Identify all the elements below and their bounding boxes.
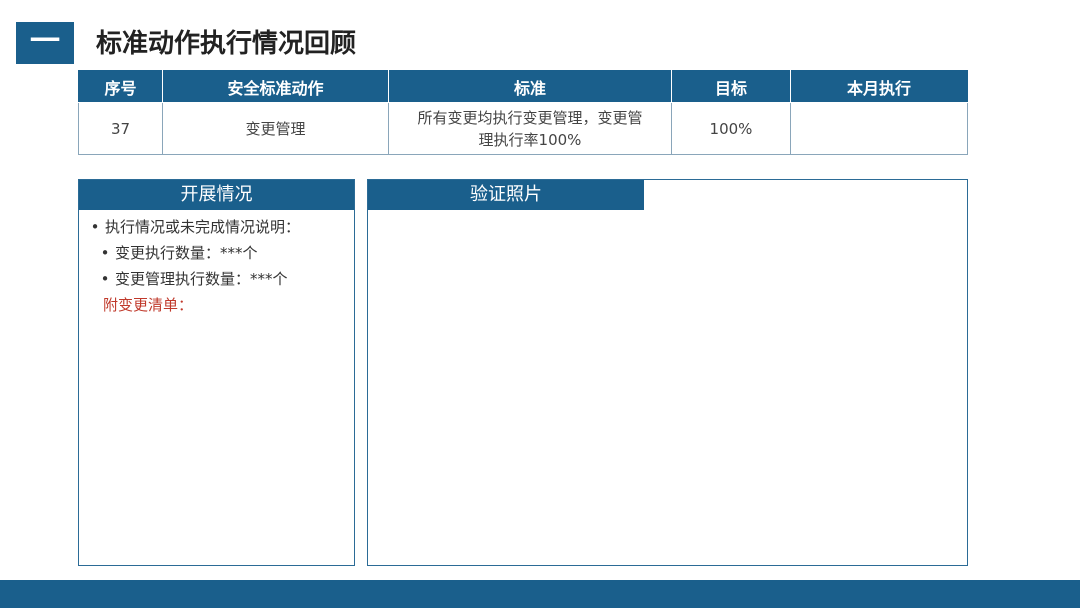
progress-bullet-list: • 执行情况或未完成情况说明： • 变更执行数量：***个 • 变更管理执行数量…	[79, 210, 354, 318]
column-header-action: 安全标准动作	[162, 70, 389, 103]
attachment-note: 附变更清单：	[103, 296, 194, 314]
table-header-row: 序号 安全标准动作 标准 目标 本月执行	[78, 70, 968, 103]
column-header-executed: 本月执行	[790, 70, 968, 103]
cell-action: 变更管理	[162, 102, 389, 155]
footer-bar	[0, 580, 1080, 608]
bullet-dot-icon: •	[100, 244, 110, 262]
progress-item-text: 执行情况或未完成情况说明：	[105, 218, 301, 236]
photo-panel: 验证照片	[367, 179, 968, 566]
cell-executed[interactable]	[790, 102, 968, 155]
progress-panel: 开展情况 • 执行情况或未完成情况说明： • 变更执行数量：***个 • 变更管…	[78, 179, 355, 566]
cell-no: 37	[78, 102, 163, 155]
cell-standard-line2: 理执行率100%	[478, 130, 582, 149]
bullet-dot-icon: •	[90, 218, 100, 236]
cell-standard-line1: 所有变更均执行变更管理，变更管	[417, 108, 643, 127]
table-row: 37 变更管理 所有变更均执行变更管理，变更管 理执行率100% 100%	[78, 102, 968, 155]
list-item: • 变更管理执行数量：***个	[79, 266, 354, 292]
photo-area[interactable]	[368, 210, 967, 565]
column-header-standard: 标准	[388, 70, 672, 103]
progress-panel-title: 开展情况	[79, 180, 354, 210]
page-title: 标准动作执行情况回顾	[96, 29, 357, 59]
standard-actions-table: 序号 安全标准动作 标准 目标 本月执行 37 变更管理 所有变更均执行变更管理…	[78, 70, 968, 155]
section-number-badge: 一	[16, 22, 74, 64]
progress-item-text: 变更执行数量：***个	[115, 244, 258, 262]
progress-item-text: 变更管理执行数量：***个	[115, 270, 288, 288]
list-item: • 变更执行数量：***个	[79, 240, 354, 266]
cell-standard: 所有变更均执行变更管理，变更管 理执行率100%	[388, 102, 672, 155]
bullet-dot-icon: •	[100, 270, 110, 288]
list-item: • 执行情况或未完成情况说明：	[79, 214, 354, 240]
column-header-target: 目标	[671, 70, 791, 103]
cell-target: 100%	[671, 102, 791, 155]
column-header-no: 序号	[78, 70, 163, 103]
photo-panel-title: 验证照片	[368, 180, 644, 210]
